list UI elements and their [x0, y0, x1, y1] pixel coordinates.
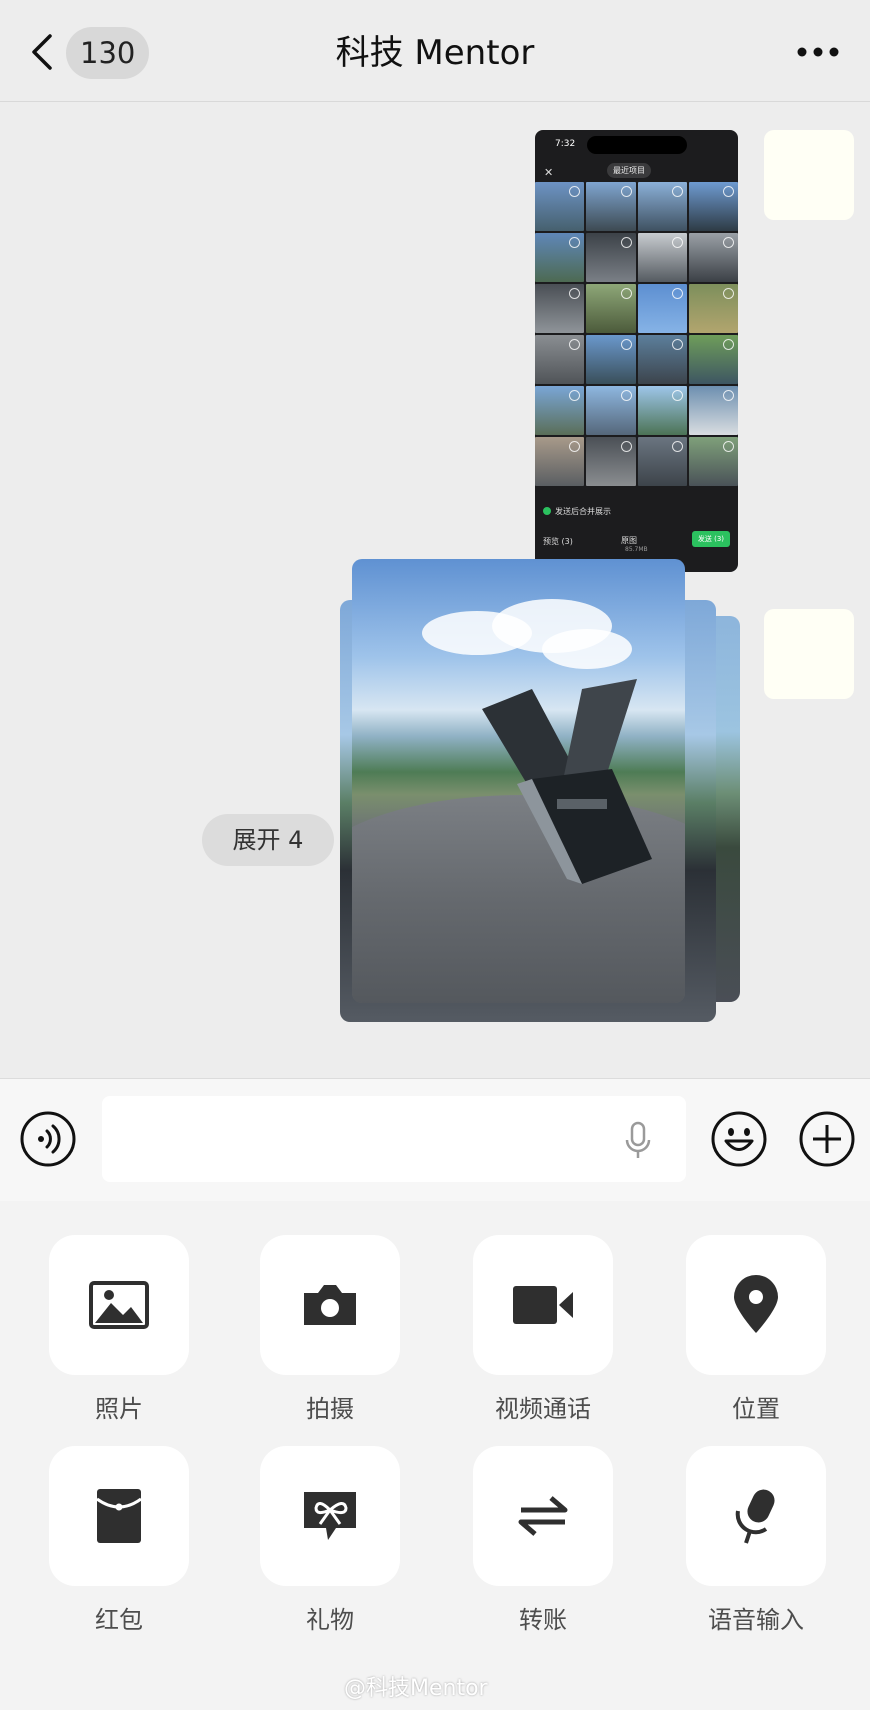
screenshot-time: 7:32: [555, 139, 576, 149]
screenshot-status-bar: 7:32: [535, 130, 738, 160]
microphone-icon[interactable]: [623, 1121, 653, 1161]
panel-item-transfer[interactable]: 转账: [437, 1412, 649, 1634]
panel-item-voice-input[interactable]: 语音输入: [650, 1412, 862, 1634]
input-bar: [0, 1078, 870, 1202]
more-actions-panel: 照片 拍摄 视频通话 位置 红包 礼物 转账 语音输入 @科技Mentor: [0, 1201, 870, 1710]
close-icon: ✕: [544, 166, 554, 179]
panel-item-photos[interactable]: 照片: [13, 1201, 225, 1423]
gift-icon: [304, 1492, 356, 1540]
emoji-icon[interactable]: [710, 1110, 768, 1168]
red-packet-icon: [96, 1489, 142, 1543]
screenshot-album-title: 最近项目: [607, 163, 651, 178]
voice-toggle-icon[interactable]: [19, 1110, 77, 1168]
panel-item-gift[interactable]: 礼物: [224, 1412, 436, 1634]
voice-input-icon: [735, 1489, 775, 1544]
merge-display-option: 发送后合并展示: [543, 506, 611, 517]
expand-stack-button[interactable]: 展开 4: [202, 814, 334, 866]
chat-title: 科技 Mentor: [335, 33, 535, 73]
screenshot-send-label: 发送 (3): [691, 531, 730, 547]
screenshot-size-label: 85.7MB: [625, 546, 648, 553]
video-call-icon: [513, 1286, 573, 1324]
screenshot-photo-grid: [535, 182, 738, 486]
panel-item-label: 转账: [519, 1606, 567, 1634]
screenshot-original-label: 原图: [621, 536, 637, 545]
photo-icon: [89, 1281, 149, 1329]
location-icon: [734, 1275, 778, 1333]
router-device-image: [482, 679, 652, 884]
panel-item-label: 红包: [95, 1606, 143, 1634]
message-input[interactable]: [102, 1096, 686, 1182]
avatar[interactable]: [764, 130, 854, 220]
screenshot-image-message[interactable]: 7:32 ✕ 最近项目 发送后合并展示 预览 (3) 原图 85.7MB 发送 …: [535, 130, 738, 572]
panel-item-video-call[interactable]: 视频通话: [437, 1201, 649, 1423]
more-options-icon[interactable]: [796, 42, 840, 62]
add-more-icon[interactable]: [798, 1110, 856, 1168]
watermark: @科技Mentor: [344, 1676, 488, 1701]
avatar[interactable]: [764, 609, 854, 699]
screenshot-preview-label: 预览 (3): [543, 537, 573, 546]
panel-item-location[interactable]: 位置: [650, 1201, 862, 1423]
panel-item-red-packet[interactable]: 红包: [13, 1412, 225, 1634]
panel-item-camera[interactable]: 拍摄: [224, 1201, 436, 1423]
panel-item-label: 礼物: [306, 1606, 354, 1634]
transfer-icon: [518, 1496, 568, 1536]
stacked-image-front[interactable]: [352, 559, 685, 1003]
chat-header: 130 科技 Mentor: [0, 0, 870, 102]
panel-item-label: 语音输入: [708, 1606, 804, 1634]
message-list[interactable]: 7:32 ✕ 最近项目 发送后合并展示 预览 (3) 原图 85.7MB 发送 …: [0, 102, 870, 1077]
camera-icon: [304, 1285, 356, 1325]
